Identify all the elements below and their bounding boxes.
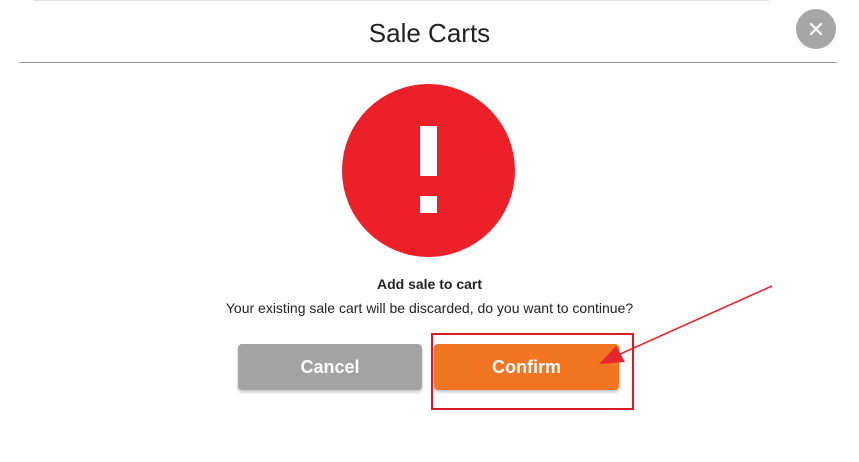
alert-heading: Add sale to cart	[376, 276, 483, 292]
cancel-button[interactable]: Cancel	[238, 344, 422, 390]
exclamation-icon	[420, 126, 437, 213]
alert-circle	[342, 84, 515, 257]
confirm-button[interactable]: Confirm	[434, 344, 619, 390]
alert-message: Your existing sale cart will be discarde…	[225, 300, 634, 316]
close-icon	[809, 22, 823, 36]
dialog-top-edge	[34, 0, 769, 1]
close-button[interactable]	[796, 9, 836, 49]
dialog-title: Sale Carts	[368, 18, 491, 48]
title-divider	[20, 62, 836, 63]
sale-carts-dialog: Sale Carts Add sale to cart Your existin…	[0, 0, 859, 462]
